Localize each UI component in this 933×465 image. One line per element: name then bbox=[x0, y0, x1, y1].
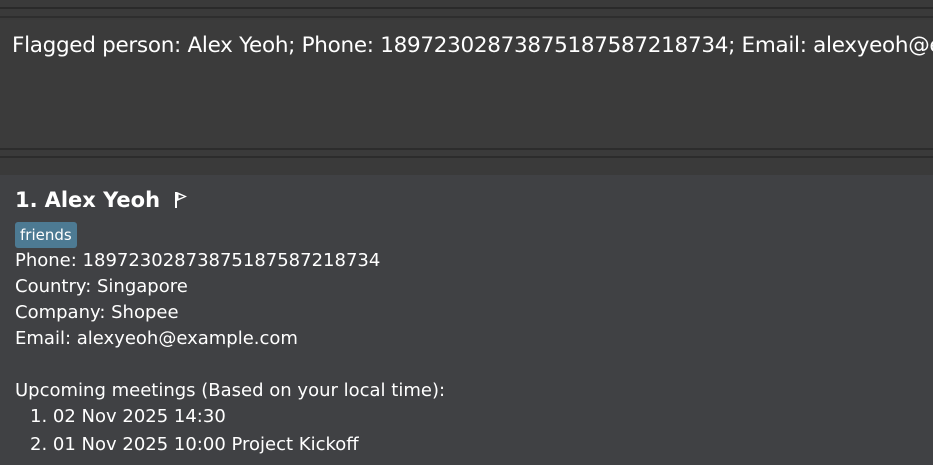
person-name: Alex Yeoh bbox=[44, 188, 161, 212]
person-card[interactable]: 1. Alex Yeoh friends Phone: 189723028738… bbox=[0, 175, 933, 465]
country-field: Country: Singapore bbox=[15, 276, 188, 297]
person-card-header: 1. Alex Yeoh bbox=[15, 188, 188, 212]
top-divider bbox=[0, 0, 933, 20]
app-window: Flagged person: Alex Yeoh; Phone: 189723… bbox=[0, 0, 933, 465]
person-index: 1. bbox=[15, 188, 38, 212]
result-display[interactable]: Flagged person: Alex Yeoh; Phone: 189723… bbox=[0, 20, 933, 148]
phone-field: Phone: 18972302873875187587218734 bbox=[15, 250, 381, 271]
divider-line bbox=[0, 16, 933, 18]
meetings-heading: Upcoming meetings (Based on your local t… bbox=[15, 380, 446, 401]
divider-line bbox=[0, 156, 933, 158]
company-field: Company: Shopee bbox=[15, 302, 179, 323]
tag-badge: friends bbox=[15, 222, 77, 248]
meeting-item: 1. 02 Nov 2025 14:30 bbox=[30, 406, 226, 427]
result-message: Flagged person: Alex Yeoh; Phone: 189723… bbox=[12, 33, 933, 58]
divider-line bbox=[0, 7, 933, 9]
flag-icon bbox=[174, 190, 188, 208]
divider-line bbox=[0, 148, 933, 150]
meeting-item: 2. 01 Nov 2025 10:00 Project Kickoff bbox=[30, 434, 359, 455]
panel-divider bbox=[0, 148, 933, 175]
email-field: Email: alexyeoh@example.com bbox=[15, 328, 298, 349]
